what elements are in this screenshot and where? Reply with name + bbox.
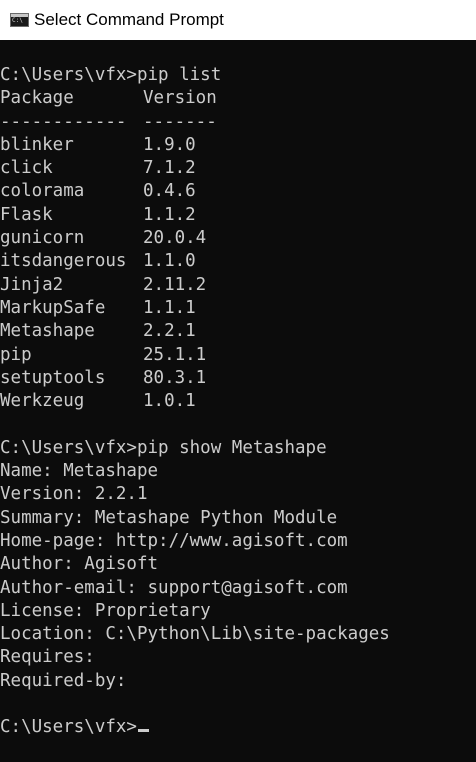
show-output-line: License: Proprietary	[0, 600, 211, 621]
package-name: colorama	[0, 181, 85, 202]
package-name: Jinja2	[0, 274, 64, 295]
show-output-line: Name: Metashape	[0, 461, 159, 482]
package-version: 0.4.6	[143, 181, 196, 202]
show-output-line: Home-page: http://www.agisoft.com	[0, 530, 348, 551]
package-row: Metashape 2.2.1	[0, 320, 476, 343]
package-name: Werkzeug	[0, 391, 85, 412]
package-row: setuptools 80.3.1	[0, 367, 476, 390]
show-output-line: Author: Agisoft	[0, 554, 159, 575]
package-name: click	[0, 158, 53, 179]
package-row: pip 25.1.1	[0, 344, 476, 367]
prompt-text: C:\Users\vfx>	[0, 717, 137, 738]
command-line-pip-show: C:\Users\vfx>pip show Metashape	[0, 437, 327, 458]
package-name: itsdangerous	[0, 251, 127, 272]
package-name: MarkupSafe	[0, 297, 106, 318]
package-row: gunicorn 20.0.4	[0, 227, 476, 250]
window-title: Select Command Prompt	[34, 10, 224, 29]
package-version: 1.9.0	[143, 134, 196, 155]
package-version: 1.1.1	[143, 297, 196, 318]
command-line-pip-list: C:\Users\vfx>pip list	[0, 65, 222, 85]
text-cursor	[137, 729, 149, 733]
package-name: Metashape	[0, 321, 95, 342]
header-version: Version	[143, 88, 217, 109]
package-name: blinker	[0, 134, 74, 155]
show-output-line: Required-by:	[0, 670, 127, 691]
package-name: gunicorn	[0, 228, 85, 249]
package-version: 1.0.1	[143, 391, 196, 412]
show-output-line: Summary: Metashape Python Module	[0, 507, 338, 528]
title-bar[interactable]: Select Command Prompt	[0, 0, 476, 40]
package-row: Werkzeug 1.0.1	[0, 390, 476, 413]
cmd-icon	[10, 13, 29, 27]
show-output-line: Requires:	[0, 647, 95, 668]
package-name: Flask	[0, 204, 53, 225]
package-row: itsdangerous 1.1.0	[0, 250, 476, 273]
package-row: Flask 1.1.2	[0, 204, 476, 227]
package-version: 20.0.4	[143, 228, 207, 249]
header-package: Package	[0, 88, 74, 109]
package-list-header: Package Version	[0, 87, 476, 110]
command-prompt-window: Select Command Prompt C:\Users\vfx>pip l…	[0, 0, 476, 762]
package-version: 1.1.2	[143, 204, 196, 225]
package-row: click 7.1.2	[0, 157, 476, 180]
command-prompt-input[interactable]: C:\Users\vfx>	[0, 716, 476, 739]
package-version: 2.11.2	[143, 274, 207, 295]
package-row: Jinja2 2.11.2	[0, 274, 476, 297]
package-list-separator: ------------ -------	[0, 111, 476, 134]
separator-version: -------	[143, 111, 217, 132]
package-version: 25.1.1	[143, 344, 207, 365]
show-output-line: Author-email: support@agisoft.com	[0, 577, 348, 598]
package-row: MarkupSafe 1.1.1	[0, 297, 476, 320]
separator-package: ------------	[0, 111, 127, 132]
console-output[interactable]: C:\Users\vfx>pip list Package Version ---…	[0, 64, 476, 762]
package-row: colorama 0.4.6	[0, 180, 476, 203]
show-output-line: Location: C:\Python\Lib\site-packages	[0, 624, 390, 645]
package-row: blinker 1.9.0	[0, 134, 476, 157]
package-version: 2.2.1	[143, 321, 196, 342]
show-output-line: Version: 2.2.1	[0, 484, 148, 505]
package-name: setuptools	[0, 367, 106, 388]
package-version: 80.3.1	[143, 367, 207, 388]
package-name: pip	[0, 344, 32, 365]
package-version: 1.1.0	[143, 251, 196, 272]
package-version: 7.1.2	[143, 158, 196, 179]
